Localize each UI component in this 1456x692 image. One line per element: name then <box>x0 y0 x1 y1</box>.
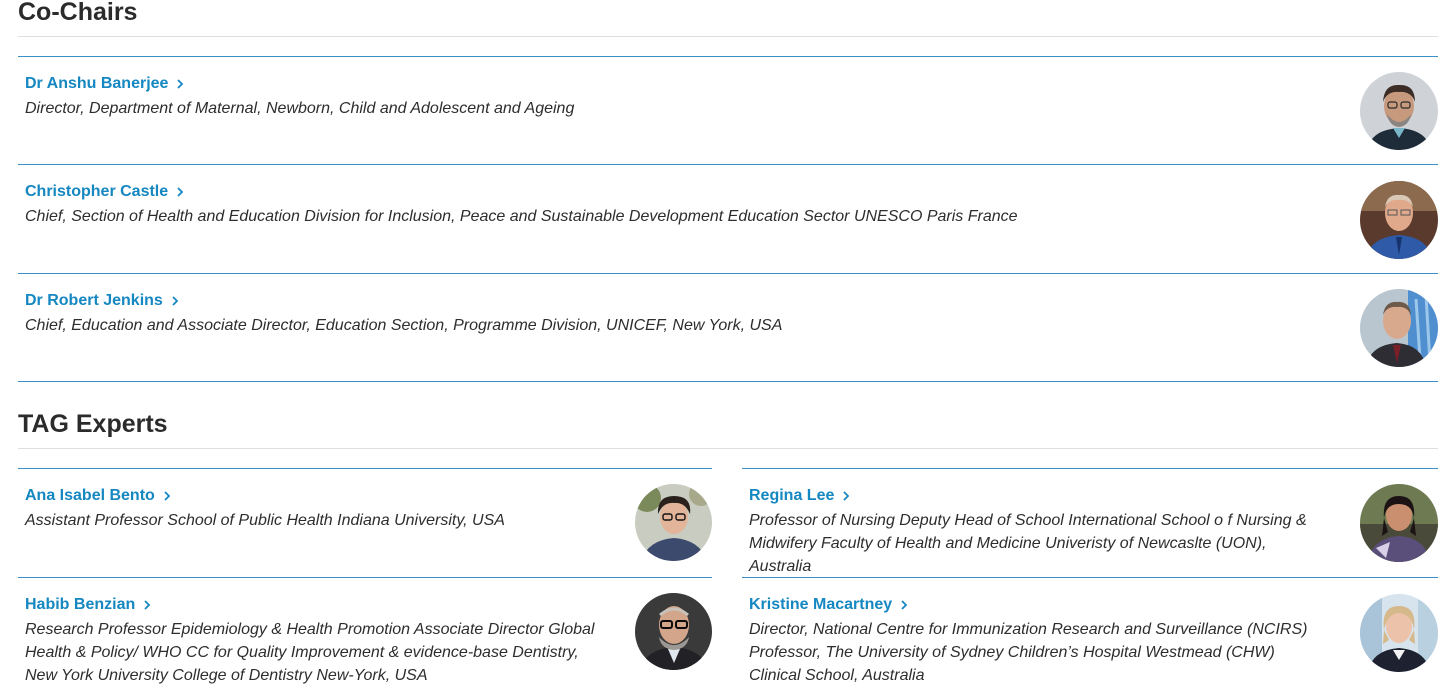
member-card: Dr Robert Jenkins Chief, Education and A… <box>18 273 1438 381</box>
section-divider <box>18 448 1438 449</box>
member-name-link[interactable]: Christopher Castle <box>25 182 188 202</box>
member-role: Chief, Section of Health and Education D… <box>25 208 1018 225</box>
member-avatar <box>1360 181 1438 259</box>
member-name-link[interactable]: Kristine Macartney <box>749 595 912 615</box>
member-name-link[interactable]: Habib Benzian <box>25 595 155 615</box>
member-role: Research Professor Epidemiology & Health… <box>25 621 595 684</box>
member-card: Christopher Castle Chief, Section of Hea… <box>18 164 1438 273</box>
member-card: Ana Isabel Bento Assistant Professor Sch… <box>18 468 712 577</box>
member-name-link[interactable]: Dr Anshu Banerjee <box>25 74 188 94</box>
member-avatar <box>1360 594 1438 672</box>
member-avatar <box>1360 484 1438 562</box>
chevron-right-icon <box>159 490 175 502</box>
member-name-link[interactable]: Regina Lee <box>749 486 854 506</box>
chevron-right-icon <box>838 490 854 502</box>
member-card: Dr Anshu Banerjee Director, Department o… <box>18 56 1438 164</box>
chevron-right-icon <box>139 599 155 611</box>
chevron-right-icon <box>896 599 912 611</box>
member-role: Director, Department of Maternal, Newbor… <box>25 100 575 117</box>
member-avatar <box>1360 289 1438 367</box>
member-avatar <box>1360 72 1438 150</box>
section-divider <box>18 36 1438 37</box>
section-divider <box>18 381 1438 382</box>
member-card: Habib Benzian Research Professor Epidemi… <box>18 577 712 692</box>
member-name-link[interactable]: Dr Robert Jenkins <box>25 291 183 311</box>
chevron-right-icon <box>172 186 188 198</box>
member-card: Kristine Macartney Director, National Ce… <box>742 577 1438 692</box>
chevron-right-icon <box>167 295 183 307</box>
member-role: Director, National Centre for Immunizati… <box>749 621 1308 684</box>
member-avatar <box>635 593 712 670</box>
member-role: Assistant Professor School of Public Hea… <box>25 512 505 529</box>
member-avatar <box>635 484 712 561</box>
member-role: Chief, Education and Associate Director,… <box>25 317 783 334</box>
chevron-right-icon <box>172 78 188 90</box>
member-role: Professor of Nursing Deputy Head of Scho… <box>749 512 1307 575</box>
co-chairs-heading: Co-Chairs <box>18 0 138 26</box>
member-name-link[interactable]: Ana Isabel Bento <box>25 486 175 506</box>
tag-experts-heading: TAG Experts <box>18 410 168 438</box>
member-card: Regina Lee Professor of Nursing Deputy H… <box>742 468 1438 577</box>
